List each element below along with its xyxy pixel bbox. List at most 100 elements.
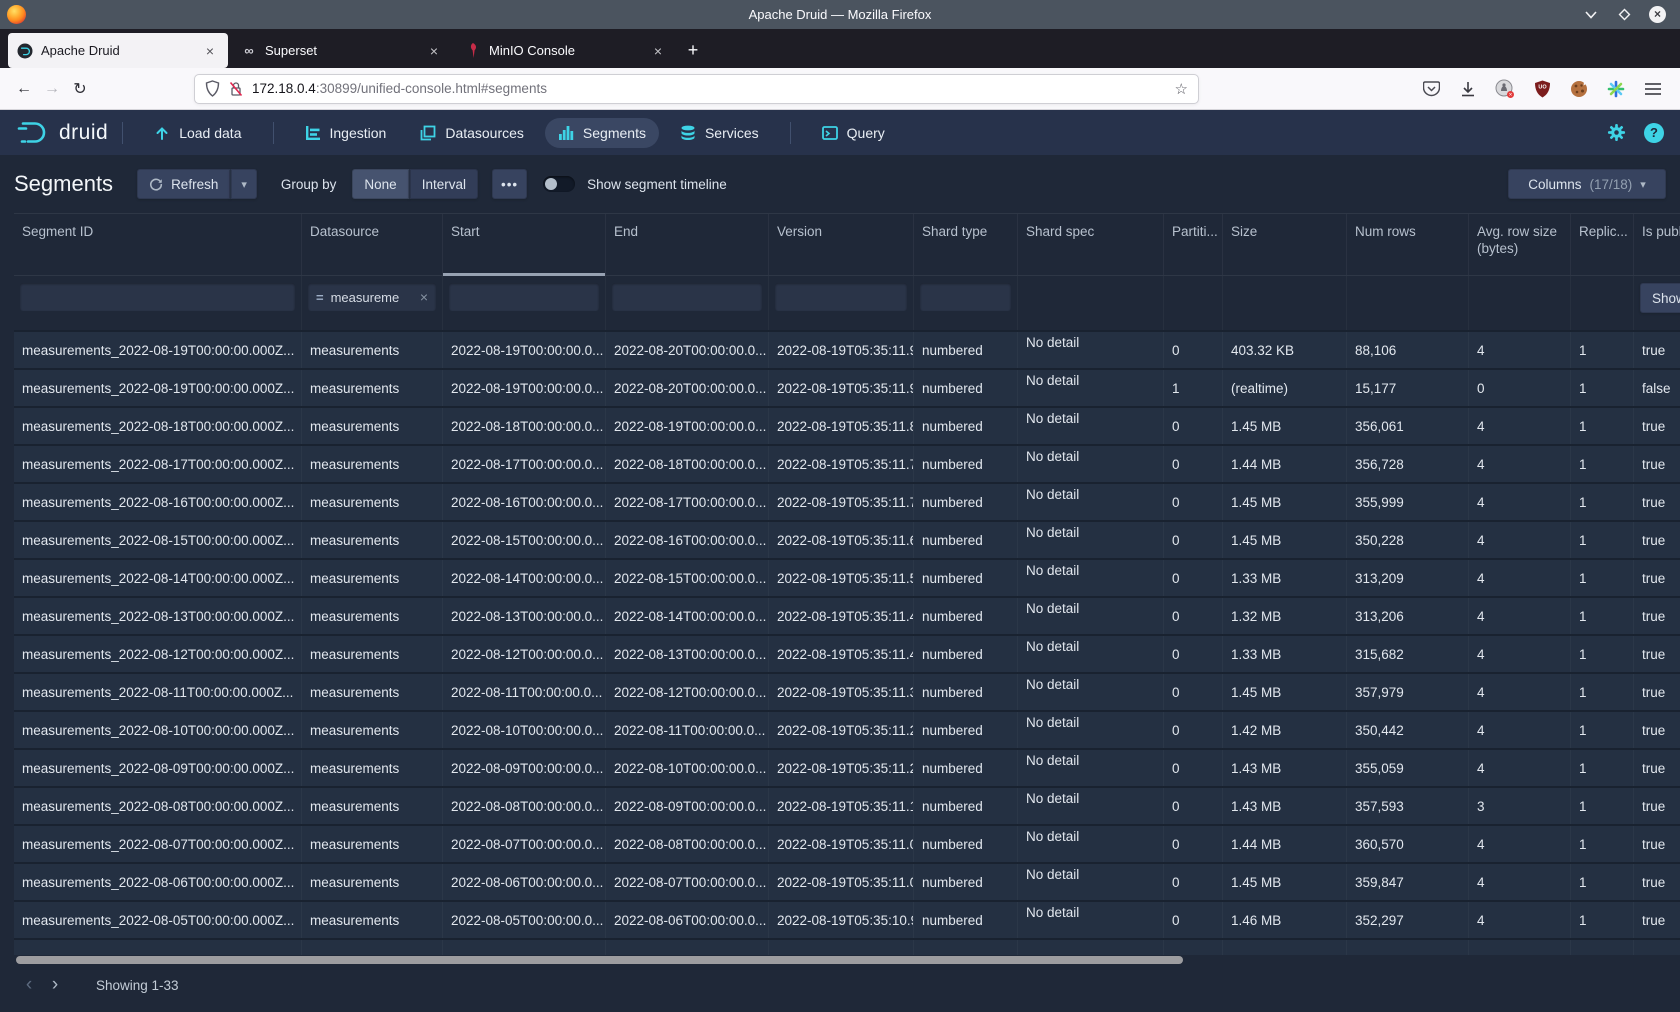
- filter-cell: [769, 276, 914, 330]
- column-header[interactable]: Is publi: [1634, 214, 1680, 275]
- tab-superset[interactable]: ∞ Superset ×: [232, 33, 452, 68]
- menu-button[interactable]: [1642, 78, 1664, 100]
- tab-close-icon[interactable]: ×: [649, 43, 667, 59]
- table-body: measurements_2022-08-19T00:00:00.000Z...…: [14, 330, 1680, 955]
- column-header[interactable]: Version: [769, 214, 914, 275]
- column-header[interactable]: Segment ID: [14, 214, 302, 275]
- forward-button[interactable]: →: [38, 75, 66, 103]
- ublock-origin-icon[interactable]: UO: [1531, 78, 1553, 100]
- window-maximize-button[interactable]: [1616, 7, 1632, 23]
- cell-pub: true: [1634, 674, 1680, 710]
- cell-empty: [1634, 940, 1680, 955]
- cell-pub: true: [1634, 598, 1680, 634]
- table-row[interactable]: measurements_2022-08-12T00:00:00.000Z...…: [14, 634, 1680, 672]
- nav-item-load-data[interactable]: Load data: [141, 118, 254, 148]
- download-icon[interactable]: [1457, 78, 1479, 100]
- cell-spec: No detail: [1018, 902, 1164, 938]
- table-row[interactable]: measurements_2022-08-08T00:00:00.000Z...…: [14, 786, 1680, 824]
- segments-icon: [558, 125, 574, 141]
- nav-item-ingestion[interactable]: Ingestion: [292, 118, 400, 148]
- horizontal-scrollbar[interactable]: [0, 955, 1680, 965]
- column-header[interactable]: Shard type: [914, 214, 1018, 275]
- filter-cell: Show: [1634, 276, 1680, 330]
- column-header[interactable]: Avg. row size (bytes): [1469, 214, 1571, 275]
- columns-button[interactable]: Columns (17/18) ▾: [1508, 169, 1666, 199]
- cell-ver: 2022-08-19T05:35:11.0...: [769, 864, 914, 900]
- table-row[interactable]: measurements_2022-08-11T00:00:00.000Z...…: [14, 672, 1680, 710]
- column-header[interactable]: Partiti...: [1164, 214, 1223, 275]
- more-options-button[interactable]: •••: [492, 169, 527, 199]
- table-row[interactable]: measurements_2022-08-18T00:00:00.000Z...…: [14, 406, 1680, 444]
- filter-input[interactable]: [920, 283, 1011, 311]
- scrollbar-thumb[interactable]: [16, 956, 1183, 964]
- reload-button[interactable]: ↻: [66, 75, 94, 103]
- table-row[interactable]: measurements_2022-08-14T00:00:00.000Z...…: [14, 558, 1680, 596]
- filter-input[interactable]: [775, 283, 907, 311]
- tab-minio-console[interactable]: MinIO Console ×: [456, 33, 676, 68]
- group-by-none-button[interactable]: None: [352, 169, 408, 199]
- cell-part: 0: [1164, 788, 1223, 824]
- previous-page-button[interactable]: ‹: [16, 972, 42, 998]
- next-page-button[interactable]: ›: [42, 972, 68, 998]
- tracking-shield-icon[interactable]: [205, 80, 220, 97]
- nav-item-services[interactable]: Services: [667, 118, 772, 148]
- table-row[interactable]: measurements_2022-08-10T00:00:00.000Z...…: [14, 710, 1680, 748]
- pocket-icon[interactable]: [1420, 78, 1442, 100]
- column-header[interactable]: Start: [443, 214, 606, 275]
- column-header[interactable]: Num rows: [1347, 214, 1469, 275]
- show-filter-button[interactable]: Show: [1640, 283, 1680, 313]
- table-row[interactable]: measurements_2022-08-19T00:00:00.000Z...…: [14, 330, 1680, 368]
- column-header[interactable]: Shard spec: [1018, 214, 1164, 275]
- table-row[interactable]: measurements_2022-08-13T00:00:00.000Z...…: [14, 596, 1680, 634]
- table-row[interactable]: measurements_2022-08-06T00:00:00.000Z...…: [14, 862, 1680, 900]
- filter-cell: [914, 276, 1018, 330]
- insecure-lock-icon[interactable]: [229, 81, 243, 97]
- window-minimize-button[interactable]: [1583, 7, 1599, 23]
- table-row[interactable]: measurements_2022-08-05T00:00:00.000Z...…: [14, 900, 1680, 938]
- table-row[interactable]: measurements_2022-08-15T00:00:00.000Z...…: [14, 520, 1680, 558]
- extensions-icon[interactable]: ×: [1494, 78, 1516, 100]
- tab-close-icon[interactable]: ×: [425, 43, 443, 59]
- filter-input[interactable]: [612, 283, 762, 311]
- refresh-interval-dropdown[interactable]: ▾: [230, 169, 257, 199]
- settings-gear-icon[interactable]: [1607, 123, 1626, 142]
- table-row[interactable]: measurements_2022-08-16T00:00:00.000Z...…: [14, 482, 1680, 520]
- nav-item-datasources[interactable]: Datasources: [407, 118, 537, 148]
- refresh-button[interactable]: Refresh: [137, 169, 230, 199]
- table-row[interactable]: measurements_2022-08-17T00:00:00.000Z...…: [14, 444, 1680, 482]
- tab-close-icon[interactable]: ×: [201, 43, 219, 59]
- segment-timeline-toggle[interactable]: [543, 176, 575, 192]
- window-close-button[interactable]: ×: [1649, 6, 1666, 23]
- back-button[interactable]: ←: [10, 75, 38, 103]
- url-bar[interactable]: 172.18.0.4:30899/unified-console.html#se…: [194, 74, 1199, 104]
- datasource-filter-chip[interactable]: =measureme×: [308, 283, 436, 311]
- cell-rep: 1: [1571, 484, 1634, 520]
- cell-num: 355,059: [1347, 750, 1469, 786]
- tab-apache-druid[interactable]: Apache Druid ×: [8, 33, 228, 68]
- nav-item-query[interactable]: Query: [809, 118, 898, 148]
- cookie-icon[interactable]: [1568, 78, 1590, 100]
- group-by-interval-button[interactable]: Interval: [409, 169, 478, 199]
- filter-input[interactable]: [20, 283, 295, 311]
- filter-input[interactable]: [449, 283, 599, 311]
- column-header[interactable]: Replic...: [1571, 214, 1634, 275]
- table-row[interactable]: measurements_2022-08-19T00:00:00.000Z...…: [14, 368, 1680, 406]
- column-header[interactable]: End: [606, 214, 769, 275]
- chip-remove-icon[interactable]: ×: [420, 289, 428, 305]
- cell-shard: numbered: [914, 446, 1018, 482]
- column-header[interactable]: Size: [1223, 214, 1347, 275]
- superset-favicon-icon: ∞: [241, 43, 257, 59]
- segments-table: Segment IDDatasourceStartEndVersionShard…: [14, 213, 1680, 955]
- nav-item-segments[interactable]: Segments: [545, 118, 659, 148]
- new-tab-button[interactable]: +: [678, 33, 708, 68]
- cell-spec: No detail: [1018, 712, 1164, 748]
- password-manager-icon[interactable]: [1605, 78, 1627, 100]
- bookmark-star-icon[interactable]: ☆: [1175, 80, 1188, 98]
- help-button[interactable]: ?: [1644, 123, 1664, 143]
- column-header[interactable]: Datasource: [302, 214, 443, 275]
- druid-brand[interactable]: druid: [16, 120, 108, 146]
- table-row[interactable]: measurements_2022-08-09T00:00:00.000Z...…: [14, 748, 1680, 786]
- table-row[interactable]: measurements_2022-08-07T00:00:00.000Z...…: [14, 824, 1680, 862]
- filter-cell: [443, 276, 606, 330]
- filter-value: measureme: [331, 290, 400, 305]
